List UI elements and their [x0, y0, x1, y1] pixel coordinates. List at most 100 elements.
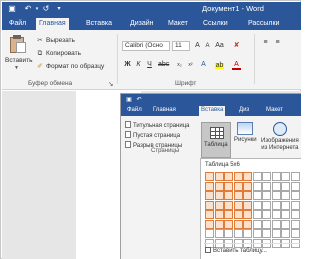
table-grid-cell[interactable]: [252, 229, 262, 238]
shrink-font-icon[interactable]: A: [203, 41, 212, 51]
table-grid-cell[interactable]: [205, 210, 214, 219]
table-grid-cell[interactable]: [281, 191, 290, 200]
blank-page-button[interactable]: Пустая страница: [125, 131, 180, 140]
highlight-icon[interactable]: ab: [215, 62, 224, 69]
table-grid-cell[interactable]: [214, 172, 224, 181]
table-grid-cell[interactable]: [224, 172, 233, 181]
table-grid-cell[interactable]: [290, 210, 300, 219]
pictures-button[interactable]: Рисунки: [234, 122, 257, 144]
change-case-icon[interactable]: Aa: [215, 41, 224, 51]
table-grid-cell[interactable]: [224, 210, 233, 219]
paste-button[interactable]: [7, 34, 29, 54]
tab-design[interactable]: Дизайн: [127, 18, 157, 30]
format-painter-button[interactable]: ✐ Формат по образцу: [36, 62, 104, 72]
underline-button[interactable]: Ч: [145, 60, 154, 70]
table-grid-cell[interactable]: [271, 200, 281, 210]
table-grid-cell[interactable]: [224, 181, 233, 191]
subscript-button[interactable]: x₂: [175, 60, 184, 70]
italic-button[interactable]: К: [134, 60, 143, 70]
font-name-box[interactable]: Calibri (Осно: [122, 41, 170, 51]
table-grid-cell[interactable]: [262, 210, 271, 219]
tab-design[interactable]: Диз: [237, 106, 251, 116]
table-grid-cell[interactable]: [252, 181, 262, 191]
table-grid-cell[interactable]: [224, 191, 233, 200]
table-grid-cell[interactable]: [290, 172, 300, 181]
redo-icon[interactable]: ↺: [42, 5, 50, 13]
table-grid-cell[interactable]: [205, 191, 214, 200]
table-grid-cell[interactable]: [205, 219, 214, 229]
save-icon[interactable]: ▣: [8, 5, 16, 13]
table-grid-cell[interactable]: [281, 219, 290, 229]
table-grid-cell[interactable]: [205, 200, 214, 210]
table-grid-cell[interactable]: [214, 210, 224, 219]
table-grid-cell[interactable]: [252, 210, 262, 219]
table-grid-cell[interactable]: [290, 200, 300, 210]
table-grid-cell[interactable]: [205, 229, 214, 238]
customize-quick-access-icon[interactable]: ▾: [55, 5, 63, 13]
tab-insert[interactable]: Вставка: [83, 18, 115, 30]
bullets-icon[interactable]: ≡: [261, 38, 270, 48]
table-button[interactable]: Таблица: [201, 122, 231, 158]
tab-home[interactable]: Главная: [36, 18, 69, 30]
table-grid-cell[interactable]: [271, 181, 281, 191]
table-grid-cell[interactable]: [262, 172, 271, 181]
table-grid-cell[interactable]: [243, 229, 252, 238]
table-grid-cell[interactable]: [262, 229, 271, 238]
table-grid-cell[interactable]: [243, 191, 252, 200]
table-grid-cell[interactable]: [243, 200, 252, 210]
table-grid-cell[interactable]: [214, 229, 224, 238]
table-grid-cell[interactable]: [233, 200, 243, 210]
text-effects-icon[interactable]: A: [199, 60, 208, 70]
copy-button[interactable]: ⧉ Копировать: [36, 49, 81, 59]
table-grid-cell[interactable]: [224, 200, 233, 210]
clear-formatting-icon[interactable]: ✘: [232, 41, 241, 51]
table-grid-cell[interactable]: [271, 210, 281, 219]
strikethrough-button[interactable]: abc: [158, 60, 169, 70]
table-grid-cell[interactable]: [290, 219, 300, 229]
table-grid-cell[interactable]: [262, 219, 271, 229]
table-grid-cell[interactable]: [233, 229, 243, 238]
table-grid-cell[interactable]: [214, 200, 224, 210]
superscript-button[interactable]: x²: [186, 60, 195, 70]
table-grid-cell[interactable]: [262, 200, 271, 210]
table-grid-cell[interactable]: [271, 172, 281, 181]
table-grid-cell[interactable]: [252, 200, 262, 210]
save-icon[interactable]: ▣: [125, 96, 133, 104]
table-grid-cell[interactable]: [233, 210, 243, 219]
table-grid-cell[interactable]: [290, 229, 300, 238]
table-grid-cell[interactable]: [281, 210, 290, 219]
tab-layout[interactable]: Макет: [165, 18, 191, 30]
table-grid-cell[interactable]: [243, 181, 252, 191]
tab-insert[interactable]: Вставка: [199, 106, 226, 116]
table-grid-cell[interactable]: [252, 191, 262, 200]
table-grid-cell[interactable]: [214, 181, 224, 191]
chevron-down-icon[interactable]: ▼: [14, 65, 19, 71]
table-grid-cell[interactable]: [233, 181, 243, 191]
table-grid-cell[interactable]: [205, 181, 214, 191]
table-grid-cell[interactable]: [243, 210, 252, 219]
cover-page-button[interactable]: Титульная страница: [125, 121, 190, 130]
table-grid-cell[interactable]: [281, 229, 290, 238]
table-grid-cell[interactable]: [233, 191, 243, 200]
table-grid-cell[interactable]: [243, 219, 252, 229]
numbering-icon[interactable]: ≡: [273, 38, 282, 48]
chevron-down-icon[interactable]: ▾: [33, 5, 41, 13]
tab-file[interactable]: Файл: [125, 106, 144, 116]
font-size-box[interactable]: 11: [172, 41, 190, 51]
table-grid-cell[interactable]: [252, 172, 262, 181]
tab-home[interactable]: Главная: [151, 106, 178, 116]
online-pictures-button[interactable]: Изображения из Интернета: [261, 122, 299, 152]
table-grid-cell[interactable]: [224, 219, 233, 229]
table-grid-cell[interactable]: [243, 172, 252, 181]
table-grid-cell[interactable]: [214, 219, 224, 229]
table-grid-cell[interactable]: [271, 219, 281, 229]
table-grid-cell[interactable]: [233, 172, 243, 181]
table-grid-cell[interactable]: [252, 219, 262, 229]
table-grid-cell[interactable]: [214, 191, 224, 200]
table-grid-cell[interactable]: [290, 181, 300, 191]
tab-mailings[interactable]: Рассылки: [245, 18, 282, 30]
table-grid-cell[interactable]: [290, 191, 300, 200]
bold-button[interactable]: Ж: [123, 60, 132, 70]
tab-file[interactable]: Файл: [6, 18, 29, 30]
undo-icon[interactable]: ↶: [135, 96, 143, 104]
